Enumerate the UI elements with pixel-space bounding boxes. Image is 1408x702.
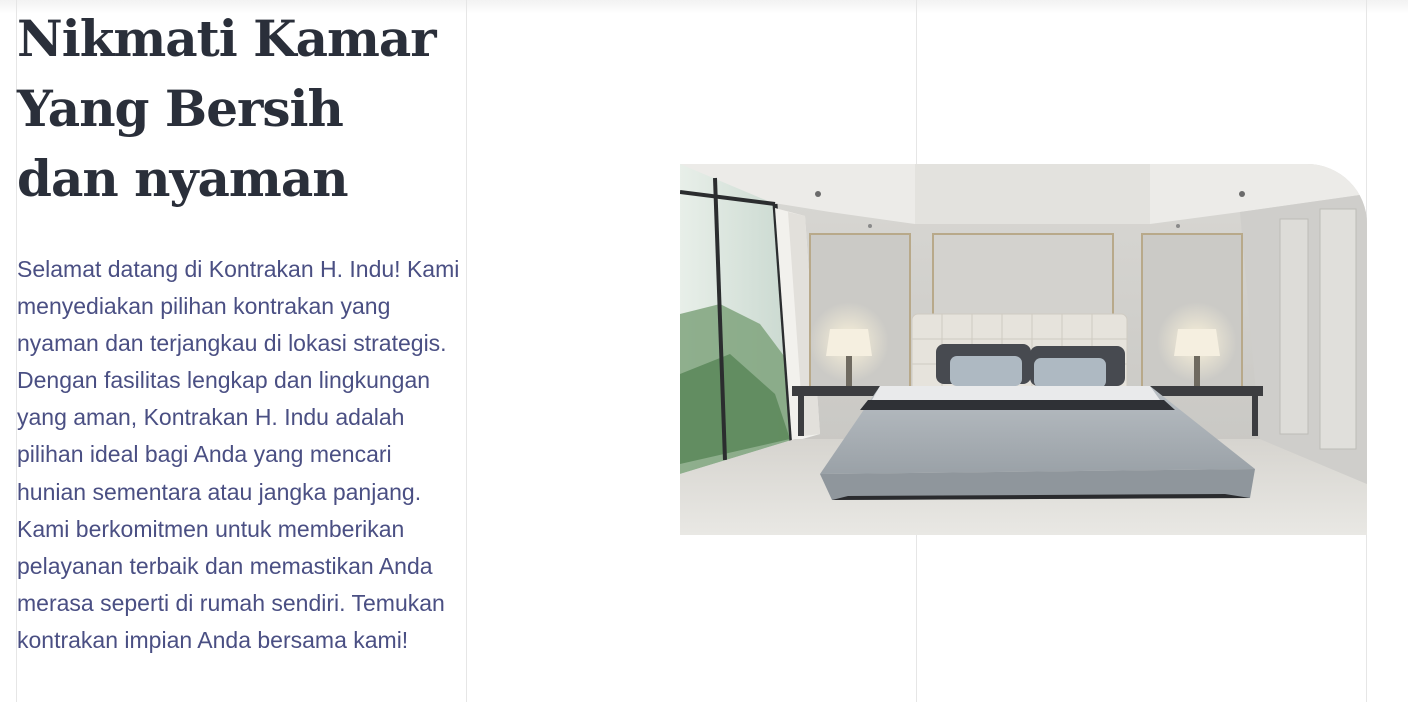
page: Nikmati Kamar Yang Bersih dan nyaman Sel… — [0, 0, 1408, 702]
hero-description: Selamat datang di Kontrakan H. Indu! Kam… — [17, 256, 460, 653]
bedroom-image — [680, 164, 1367, 535]
hero-heading: Nikmati Kamar Yang Bersih dan nyaman — [17, 9, 437, 208]
